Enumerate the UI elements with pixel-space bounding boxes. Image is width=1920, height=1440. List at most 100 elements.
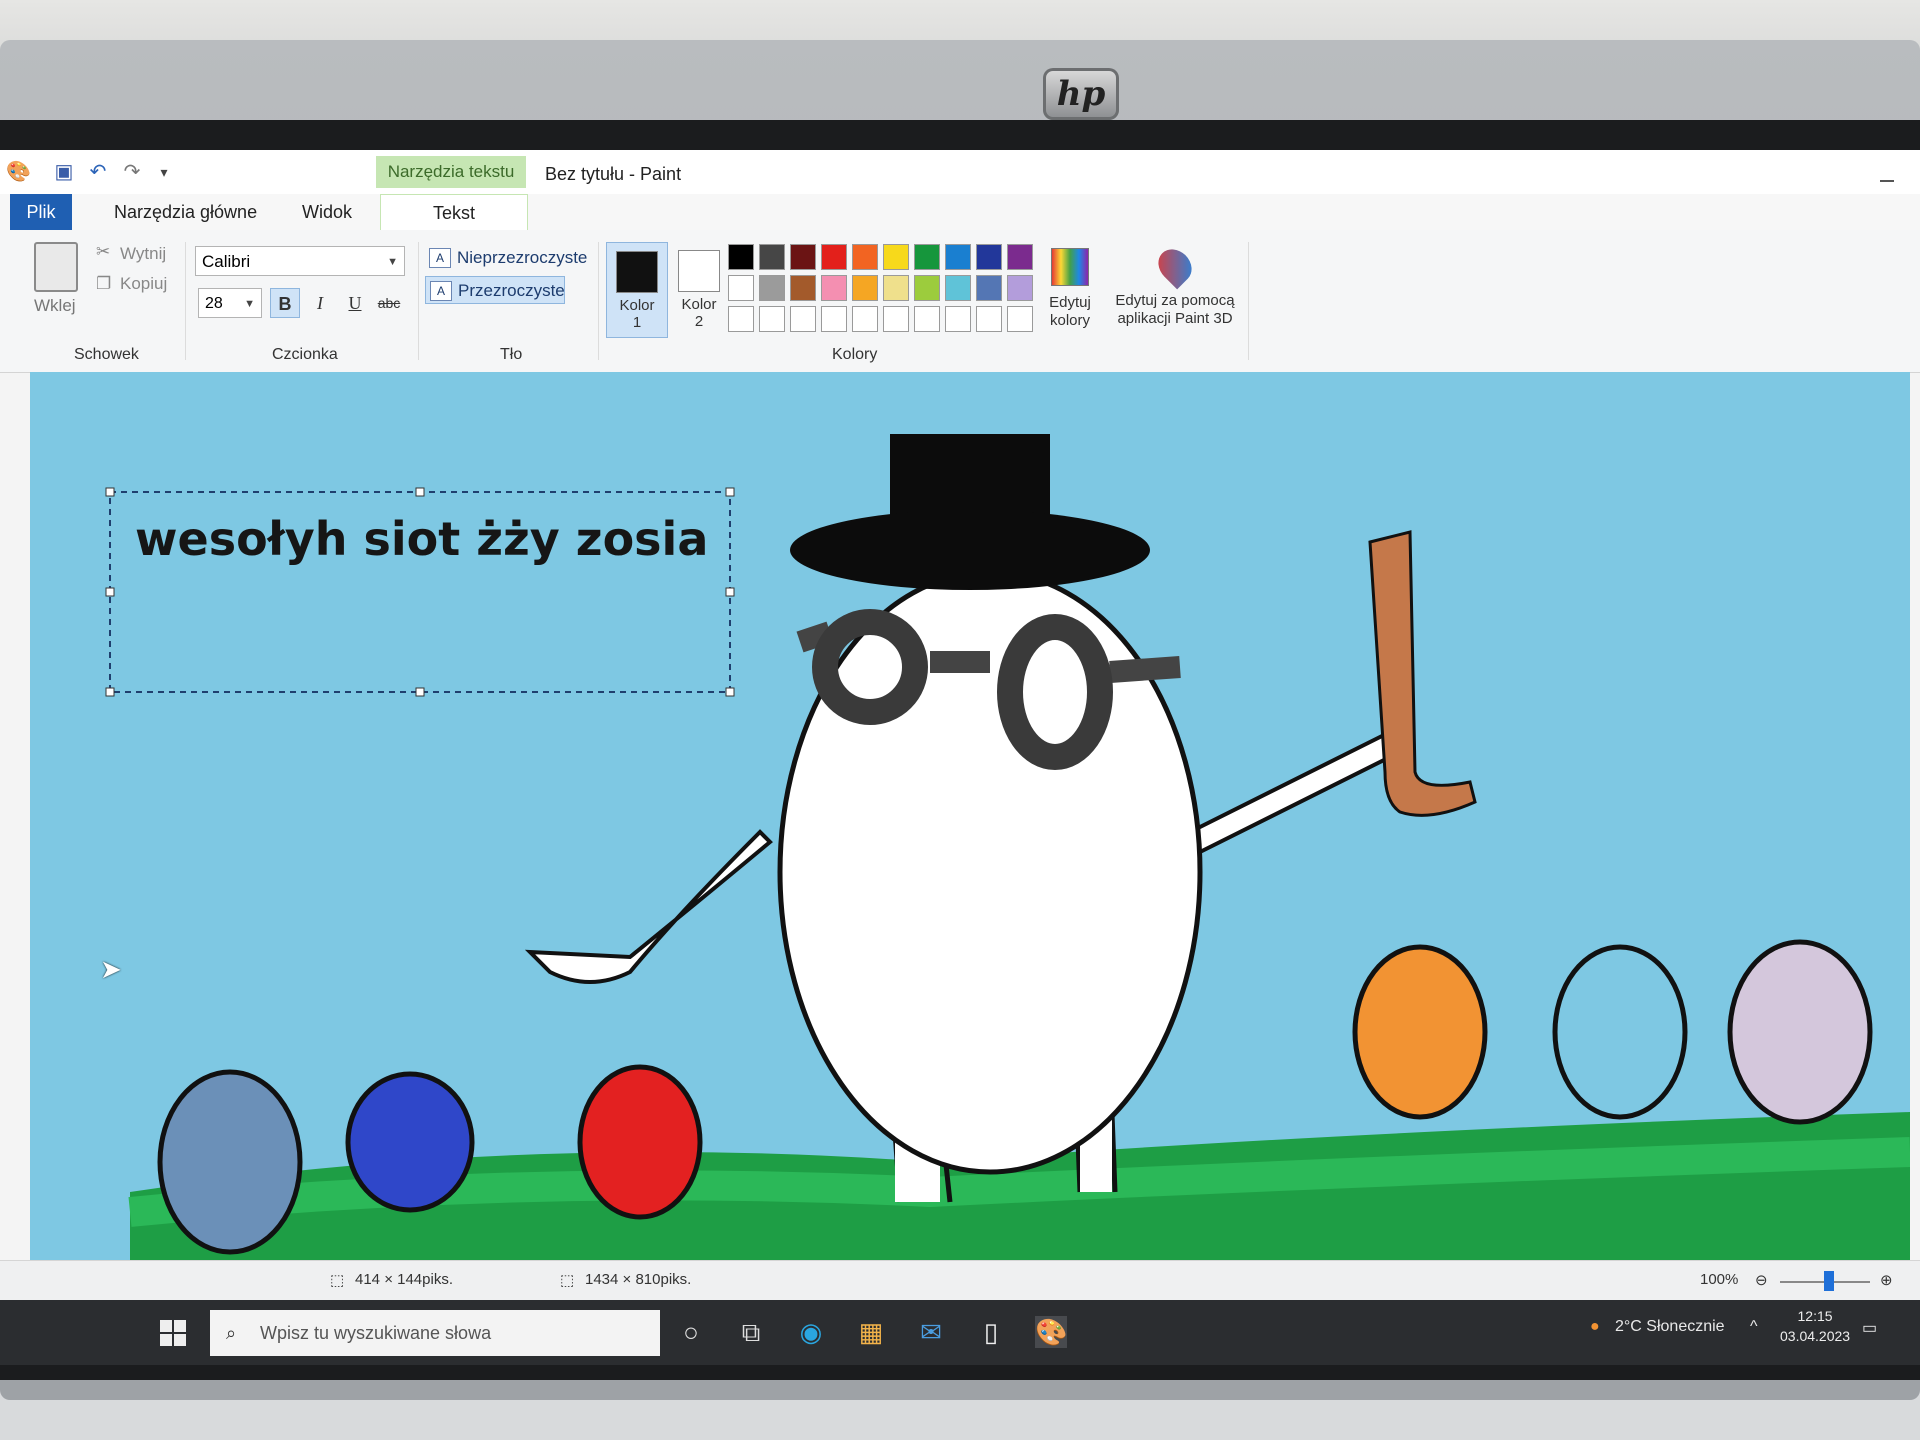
resize-handle[interactable] [105,487,115,497]
palette-color[interactable] [1007,306,1033,332]
resize-handle[interactable] [725,687,735,697]
palette-color[interactable] [914,306,940,332]
resize-handle[interactable] [415,487,425,497]
edge-icon[interactable]: ◉ [795,1316,827,1348]
taskbar-search-box[interactable]: ⌕ Wpisz tu wyszukiwane słowa [210,1310,660,1356]
font-size-select[interactable]: 28 ▼ [198,288,262,318]
resize-handle[interactable] [105,687,115,697]
palette-color[interactable] [821,275,847,301]
store-icon[interactable]: ▦ [855,1316,887,1348]
opaque-icon: A [429,248,451,268]
tab-home[interactable]: Narzędzia główne [98,194,273,230]
cut-button[interactable]: Wytnij [120,244,166,264]
zoom-slider-handle[interactable] [1824,1271,1834,1291]
mouse-pointer-icon: ➤ [100,954,122,984]
color-1-label: Kolor [619,297,655,314]
resize-handle[interactable] [725,487,735,497]
resize-handle[interactable] [725,587,735,597]
chevron-up-icon[interactable]: ^ [1750,1318,1758,1336]
color-2-button[interactable]: Kolor 2 [668,242,730,338]
palette-color[interactable] [759,244,785,270]
tab-view[interactable]: Widok [286,194,368,230]
palette-color[interactable] [914,275,940,301]
canvas-text[interactable]: wesołyh siot żży zosia [135,512,708,566]
palette-color[interactable] [883,306,909,332]
palette-color[interactable] [945,244,971,270]
palette-color[interactable] [790,306,816,332]
palette-color[interactable] [1007,275,1033,301]
drawing-canvas[interactable]: wesołyh siot żży zosia ➤ [30,372,1910,1272]
separator [418,242,419,360]
palette-color[interactable] [914,244,940,270]
cut-icon[interactable]: ✂ [96,242,110,262]
palette-color[interactable] [852,275,878,301]
opaque-background-button[interactable]: A Nieprzezroczyste [425,244,587,272]
paste-button[interactable]: Wklej [34,296,76,316]
palette-color[interactable] [759,275,785,301]
palette-color[interactable] [945,275,971,301]
separator [1248,242,1249,360]
paint-app-icon[interactable]: 🎨 [6,160,31,184]
palette-color[interactable] [821,306,847,332]
edit-with-paint3d-button[interactable]: Edytuj za pomocą aplikacji Paint 3D [1110,242,1240,328]
palette-color[interactable] [883,244,909,270]
save-icon[interactable]: ▣ [52,160,76,184]
cortana-icon[interactable]: ○ [675,1316,707,1348]
zoom-in-icon[interactable]: ⊕ [1880,1271,1893,1289]
tab-text[interactable]: Tekst [380,194,528,231]
resize-handle[interactable] [105,587,115,597]
palette-color[interactable] [759,306,785,332]
tab-file[interactable]: Plik [10,194,72,230]
task-view-icon[interactable]: ⧉ [735,1316,767,1348]
color-1-button[interactable]: Kolor 1 [606,242,668,338]
zoom-out-icon[interactable]: ⊖ [1755,1271,1768,1289]
transparent-background-button[interactable]: A Przezroczyste [425,276,565,304]
minimize-button[interactable] [1880,180,1894,182]
edit-colors-label-1: Edytuj [1049,294,1091,311]
undo-icon[interactable]: ↶ [86,160,110,184]
underline-button[interactable]: U [340,288,370,318]
palette-color[interactable] [976,244,1002,270]
window-title: Bez tytułu - Paint [545,164,682,184]
search-icon: ⌕ [226,1323,237,1343]
notification-icon[interactable]: ▭ [1862,1318,1877,1338]
bold-button[interactable]: B [270,288,300,318]
palette-color[interactable] [728,244,754,270]
palette-color[interactable] [790,275,816,301]
palette-color[interactable] [1007,244,1033,270]
customize-qat-icon[interactable]: ▾ [152,160,176,184]
egg-gray-blue [157,1069,303,1255]
italic-button[interactable]: I [305,288,335,318]
clock-date: 03.04.2023 [1780,1328,1851,1344]
selection-icon: ⬚ [330,1272,345,1289]
status-bar: ⬚ 414 × 144piks. ⬚ 1434 × 810piks. 100% … [0,1260,1920,1301]
palette-color[interactable] [976,306,1002,332]
font-family-select[interactable]: Calibri ▼ [195,246,405,276]
redo-icon[interactable]: ↷ [120,160,144,184]
weather-text[interactable]: 2°C Słonecznie [1615,1318,1725,1336]
image-size-icon: ⬚ [560,1272,575,1289]
clipboard-icon[interactable] [34,242,78,292]
palette-color[interactable] [976,275,1002,301]
palette-color[interactable] [852,244,878,270]
windows-start-icon[interactable] [160,1320,186,1346]
palette-color[interactable] [790,244,816,270]
palette-color[interactable] [728,275,754,301]
hat-brim [790,510,1150,590]
egg-red [577,1064,703,1220]
palette-color[interactable] [852,306,878,332]
mail-icon[interactable]: ✉ [915,1316,947,1348]
palette-color[interactable] [883,275,909,301]
copy-icon[interactable]: ❐ [96,274,111,294]
palette-color[interactable] [821,244,847,270]
system-clock[interactable]: 12:15 03.04.2023 [1780,1306,1850,1346]
palette-color[interactable] [945,306,971,332]
search-placeholder: Wpisz tu wyszukiwane słowa [260,1323,492,1343]
copy-button[interactable]: Kopiuj [120,274,167,294]
palette-color[interactable] [728,306,754,332]
edit-colors-button[interactable]: Edytuj kolory [1040,242,1100,330]
resize-handle[interactable] [415,687,425,697]
paint-taskbar-icon[interactable]: 🎨 [1035,1316,1067,1348]
notepad-icon[interactable]: ▯ [975,1316,1007,1348]
strikethrough-button[interactable]: abc [374,288,404,318]
